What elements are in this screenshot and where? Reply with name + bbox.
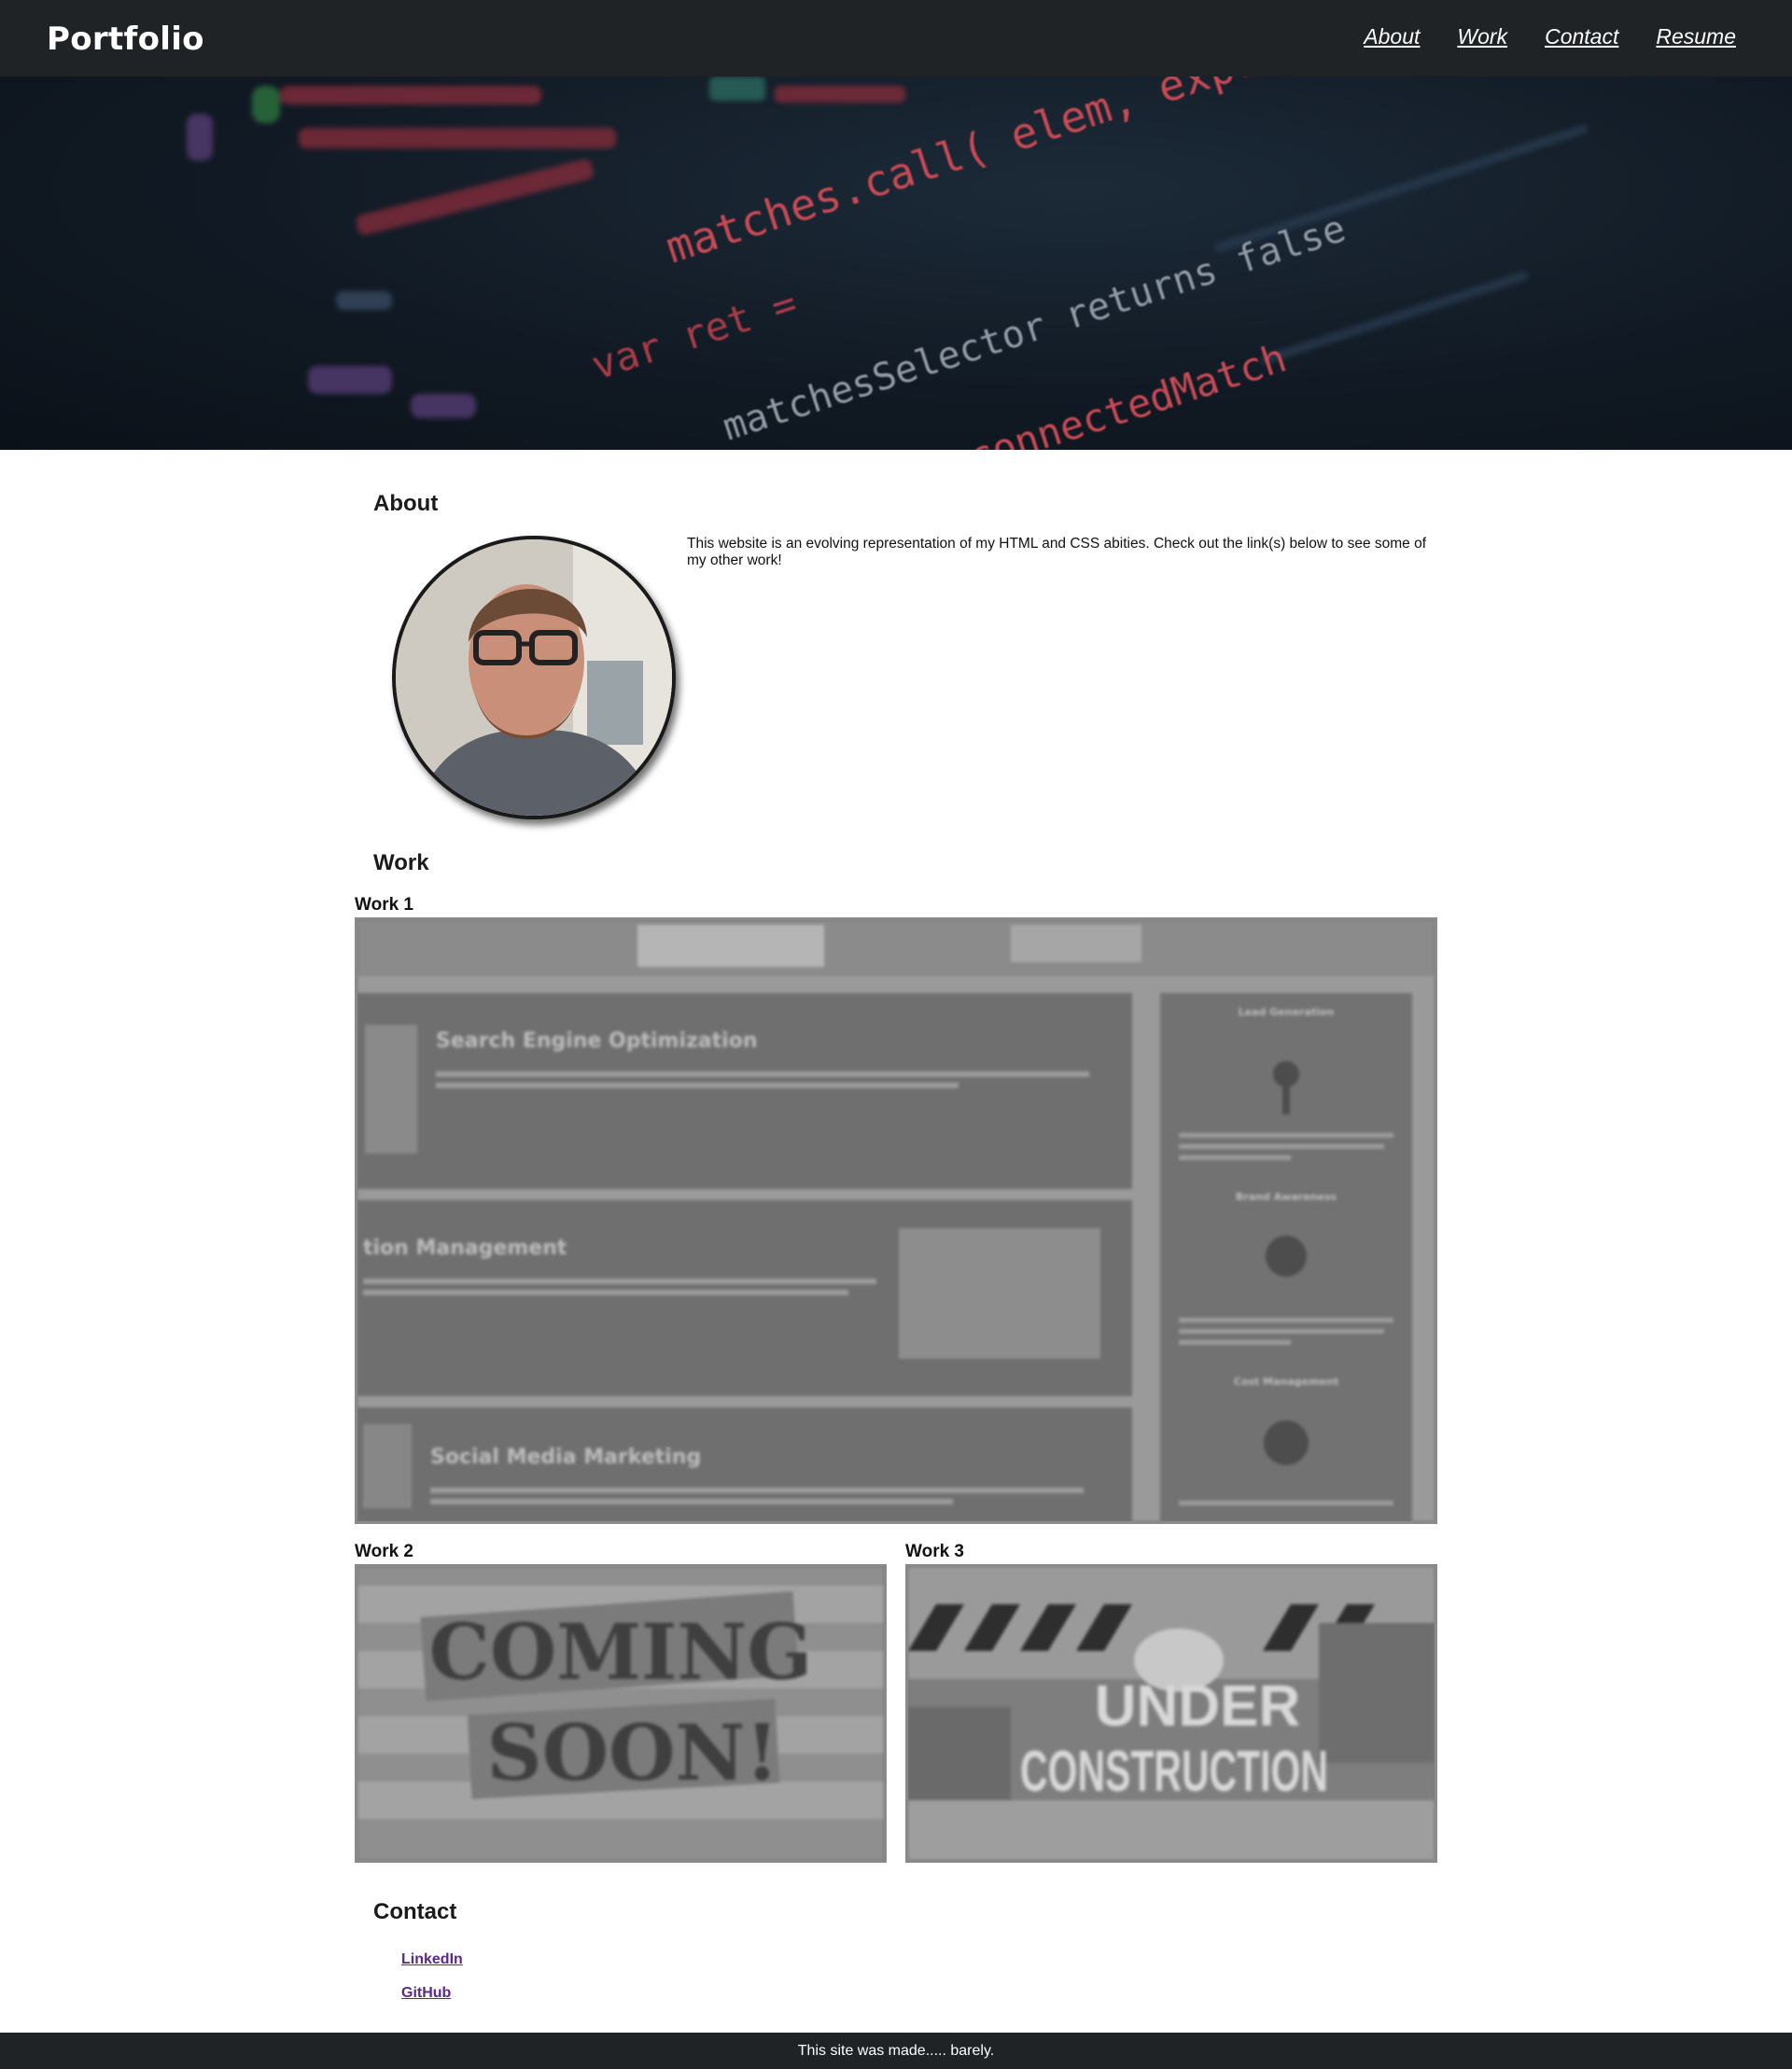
main-nav: About Work Contact Resume bbox=[1364, 24, 1736, 49]
contact-link-github[interactable]: GitHub bbox=[401, 1985, 451, 2002]
hero-banner: var ret = matches.call( elem, expr ); ma… bbox=[0, 77, 1792, 450]
hero-code-image: var ret = matches.call( elem, expr ); ma… bbox=[187, 77, 1589, 450]
brand-logo[interactable]: Portfolio bbox=[47, 21, 204, 58]
work-2-screenshot[interactable]: COMING SOON! bbox=[355, 1564, 887, 1863]
work-1-heading-social: Social Media Marketing bbox=[430, 1446, 701, 1469]
work-1-heading-seo: Search Engine Optimization bbox=[436, 1029, 758, 1053]
work-1-sidebar-brand: Brand Awareness bbox=[1236, 1191, 1337, 1203]
work-1-screenshot[interactable]: Search Engine Optimization tion Manageme… bbox=[355, 917, 1437, 1524]
work-1-label: Work 1 bbox=[355, 895, 414, 915]
nav-link-work[interactable]: Work bbox=[1457, 24, 1507, 49]
footer: This site was made..... barely. bbox=[0, 2033, 1792, 2069]
work-1-heading-management: tion Management bbox=[363, 1237, 567, 1260]
contact-link-linkedin[interactable]: LinkedIn bbox=[401, 1951, 463, 1968]
about-heading: About bbox=[373, 491, 439, 516]
about-description: This website is an evolving representati… bbox=[687, 536, 1427, 568]
work-2-sign-line-1: COMING bbox=[429, 1608, 813, 1698]
work-2-label: Work 2 bbox=[355, 1542, 414, 1561]
nav-link-contact[interactable]: Contact bbox=[1545, 24, 1618, 49]
hero-code-line-1: var ret = bbox=[586, 280, 803, 389]
nav-link-resume[interactable]: Resume bbox=[1656, 24, 1736, 49]
profile-photo bbox=[392, 536, 676, 819]
footer-text: This site was made..... barely. bbox=[797, 2043, 995, 2059]
work-1-sidebar-lead: Lead Generation bbox=[1239, 1006, 1335, 1018]
top-navbar: Portfolio About Work Contact Resume bbox=[0, 0, 1792, 77]
work-3-screenshot[interactable]: UNDER CONSTRUCTION bbox=[905, 1564, 1437, 1863]
work-2-sign-line-2: SOON! bbox=[486, 1709, 778, 1798]
work-3-sign-line-2: CONSTRUCTION bbox=[1020, 1740, 1328, 1804]
work-1-sidebar-cost: Cost Management bbox=[1234, 1376, 1338, 1388]
work-3-label: Work 3 bbox=[905, 1542, 965, 1561]
nav-link-about[interactable]: About bbox=[1364, 24, 1420, 49]
work-3-sign-line-1: UNDER bbox=[1095, 1674, 1300, 1739]
work-heading: Work bbox=[373, 850, 429, 875]
contact-heading: Contact bbox=[373, 1899, 457, 1924]
